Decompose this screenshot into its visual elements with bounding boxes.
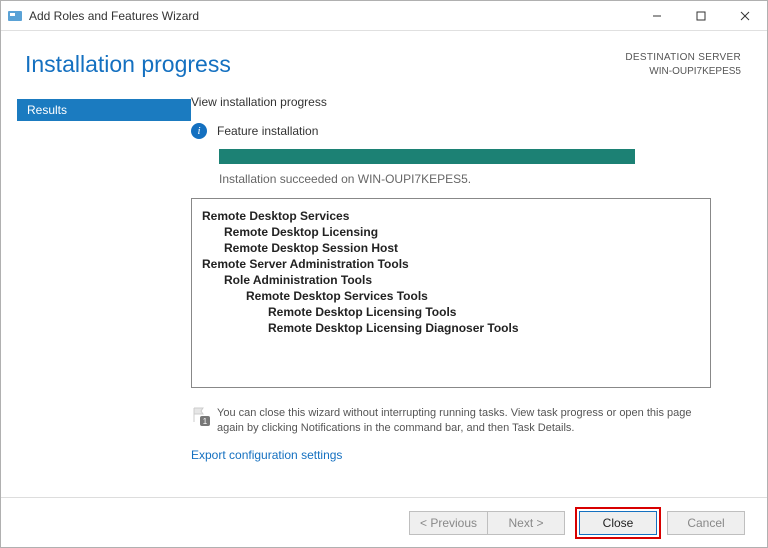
info-icon: i xyxy=(191,123,207,139)
export-config-link[interactable]: Export configuration settings xyxy=(191,448,743,462)
progress-bar xyxy=(219,149,635,164)
wizard-window: Add Roles and Features Wizard Installati… xyxy=(0,0,768,548)
notification-hint-row: 1 You can close this wizard without inte… xyxy=(191,406,721,436)
status-message: Installation succeeded on WIN-OUPI7KEPES… xyxy=(219,172,743,186)
maximize-button[interactable] xyxy=(679,1,723,30)
feature-item: Remote Desktop Licensing xyxy=(224,225,700,239)
feature-item: Role Administration Tools xyxy=(224,273,700,287)
feature-item: Remote Server Administration Tools xyxy=(202,257,700,271)
close-window-button[interactable] xyxy=(723,1,767,30)
cancel-button: Cancel xyxy=(667,511,745,535)
destination-server-name: WIN-OUPI7KEPES5 xyxy=(625,65,741,79)
titlebar: Add Roles and Features Wizard xyxy=(1,1,767,31)
header: Installation progress DESTINATION SERVER… xyxy=(1,31,767,87)
feature-item: Remote Desktop Services xyxy=(202,209,700,223)
destination-server-label: DESTINATION SERVER xyxy=(625,51,741,65)
sidebar-item-results[interactable]: Results xyxy=(17,99,191,121)
installed-features-box: Remote Desktop Services Remote Desktop L… xyxy=(191,198,711,388)
feature-item: Remote Desktop Licensing Diagnoser Tools xyxy=(268,321,700,335)
feature-item: Remote Desktop Session Host xyxy=(224,241,700,255)
feature-installation-label: Feature installation xyxy=(217,124,318,138)
feature-item: Remote Desktop Licensing Tools xyxy=(268,305,700,319)
close-button-highlight: Close xyxy=(575,507,661,539)
install-info-row: i Feature installation xyxy=(191,123,743,139)
app-icon xyxy=(7,8,23,24)
body: Results View installation progress i Fea… xyxy=(1,87,767,497)
footer: < Previous Next > Close Cancel xyxy=(1,497,767,547)
flag-icon: 1 xyxy=(191,406,207,424)
page-title: Installation progress xyxy=(25,51,625,78)
window-controls xyxy=(635,1,767,30)
feature-item: Remote Desktop Services Tools xyxy=(246,289,700,303)
notification-hint-text: You can close this wizard without interr… xyxy=(217,406,721,436)
sidebar: Results xyxy=(1,95,191,497)
view-progress-label: View installation progress xyxy=(191,95,743,109)
window-title: Add Roles and Features Wizard xyxy=(29,9,635,23)
main-panel: View installation progress i Feature ins… xyxy=(191,95,743,497)
close-button[interactable]: Close xyxy=(579,511,657,535)
previous-button: < Previous xyxy=(409,511,487,535)
minimize-button[interactable] xyxy=(635,1,679,30)
destination-server-block: DESTINATION SERVER WIN-OUPI7KEPES5 xyxy=(625,51,741,79)
next-button: Next > xyxy=(487,511,565,535)
